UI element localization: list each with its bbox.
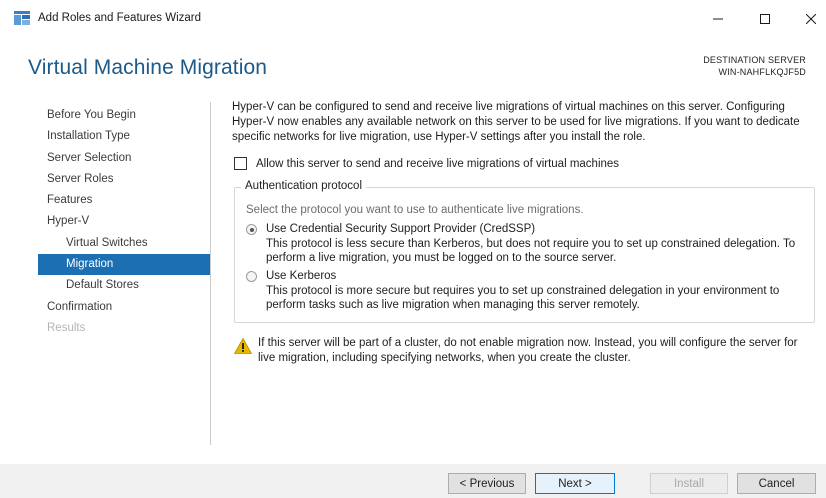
- warning-icon: [234, 338, 252, 354]
- warning-text: If this server will be part of a cluster…: [258, 337, 798, 364]
- wizard-nav: Before You Begin Installation Type Serve…: [38, 105, 210, 339]
- intro-text: Hyper-V can be configured to send and re…: [232, 101, 800, 143]
- nav-divider: [210, 102, 211, 445]
- content-pane: Hyper-V can be configured to send and re…: [232, 100, 817, 364]
- close-button[interactable]: [796, 6, 826, 32]
- allow-migration-row[interactable]: Allow this server to send and receive li…: [234, 157, 619, 170]
- credssp-radio[interactable]: [246, 224, 257, 235]
- maximize-button[interactable]: [750, 6, 780, 32]
- auth-group-legend: Authentication protocol: [241, 180, 366, 192]
- nav-item-virtual-switches[interactable]: Virtual Switches: [38, 233, 210, 254]
- maximize-icon: [760, 14, 770, 24]
- destination-server-label: DESTINATION SERVER: [703, 55, 806, 65]
- window-title: Add Roles and Features Wizard: [38, 12, 201, 24]
- nav-item-features[interactable]: Features: [38, 190, 210, 211]
- authentication-protocol-group: Authentication protocol Select the proto…: [234, 180, 815, 323]
- title-bar: Add Roles and Features Wizard: [0, 0, 826, 38]
- destination-server-value: WIN-NAHFLKQJF5D: [718, 67, 806, 77]
- next-button[interactable]: Next >: [535, 473, 615, 494]
- nav-item-server-roles[interactable]: Server Roles: [38, 169, 210, 190]
- kerberos-option[interactable]: Use Kerberos This protocol is more secur…: [246, 269, 796, 313]
- auth-group-description: Select the protocol you want to use to a…: [246, 204, 584, 216]
- page-title: Virtual Machine Migration: [28, 56, 268, 79]
- nav-item-confirmation[interactable]: Confirmation: [38, 297, 210, 318]
- nav-item-installation-type[interactable]: Installation Type: [38, 126, 210, 147]
- cancel-button[interactable]: Cancel: [737, 473, 816, 494]
- previous-button[interactable]: < Previous: [448, 473, 526, 494]
- nav-item-server-selection[interactable]: Server Selection: [38, 148, 210, 169]
- wizard-footer: < Previous Next > Install Cancel: [0, 464, 826, 498]
- credssp-option[interactable]: Use Credential Security Support Provider…: [246, 222, 796, 266]
- allow-migration-checkbox[interactable]: [234, 157, 247, 170]
- nav-item-migration[interactable]: Migration: [38, 254, 210, 276]
- server-manager-icon: [14, 11, 30, 25]
- nav-item-results: Results: [47, 321, 86, 334]
- nav-item-before-you-begin[interactable]: Before You Begin: [38, 105, 210, 126]
- credssp-detail: This protocol is less secure than Kerber…: [266, 237, 796, 265]
- credssp-title[interactable]: Use Credential Security Support Provider…: [266, 222, 796, 237]
- minimize-icon: [713, 18, 723, 20]
- kerberos-radio[interactable]: [246, 271, 257, 282]
- close-icon: [806, 14, 816, 24]
- kerberos-detail: This protocol is more secure but require…: [266, 284, 780, 312]
- install-button: Install: [650, 473, 728, 494]
- nav-item-hyper-v[interactable]: Hyper-V: [38, 211, 210, 232]
- minimize-button[interactable]: [703, 6, 733, 32]
- kerberos-title[interactable]: Use Kerberos: [266, 269, 796, 284]
- nav-item-default-stores[interactable]: Default Stores: [38, 275, 210, 296]
- allow-migration-label[interactable]: Allow this server to send and receive li…: [256, 158, 619, 170]
- cluster-warning: If this server will be part of a cluster…: [234, 336, 812, 366]
